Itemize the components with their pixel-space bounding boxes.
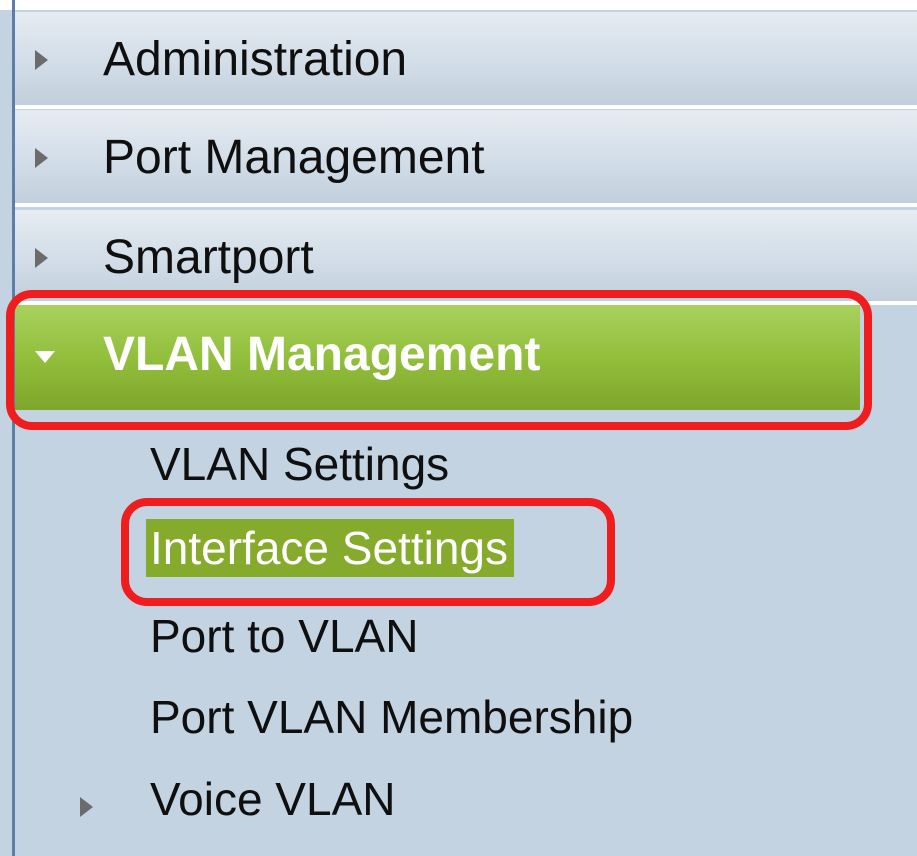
triangle-right-icon bbox=[35, 148, 48, 168]
menu-item-smartport[interactable]: Smartport bbox=[15, 210, 917, 305]
menu-item-label: Port Management bbox=[103, 131, 485, 184]
triangle-down-icon bbox=[35, 351, 55, 363]
triangle-right-icon bbox=[35, 248, 48, 268]
menu-item-label: Smartport bbox=[103, 231, 314, 284]
menu-item-port-management[interactable]: Port Management bbox=[15, 110, 917, 207]
menu-item-vlan-management[interactable]: VLAN Management bbox=[15, 305, 860, 410]
submenu-item-interface-settings[interactable]: Interface Settings bbox=[146, 519, 514, 577]
triangle-right-icon[interactable] bbox=[80, 797, 93, 817]
top-strip bbox=[0, 0, 917, 10]
submenu-item-port-vlan-membership[interactable]: Port VLAN Membership bbox=[150, 690, 633, 744]
submenu-item-vlan-settings[interactable]: VLAN Settings bbox=[150, 437, 449, 491]
menu-item-label: VLAN Management bbox=[103, 328, 541, 381]
submenu-item-voice-vlan[interactable]: Voice VLAN bbox=[150, 772, 395, 826]
submenu-item-port-to-vlan[interactable]: Port to VLAN bbox=[150, 609, 418, 663]
menu-item-administration[interactable]: Administration bbox=[15, 12, 917, 109]
triangle-right-icon bbox=[35, 50, 48, 70]
menu-item-label: Administration bbox=[103, 33, 408, 86]
